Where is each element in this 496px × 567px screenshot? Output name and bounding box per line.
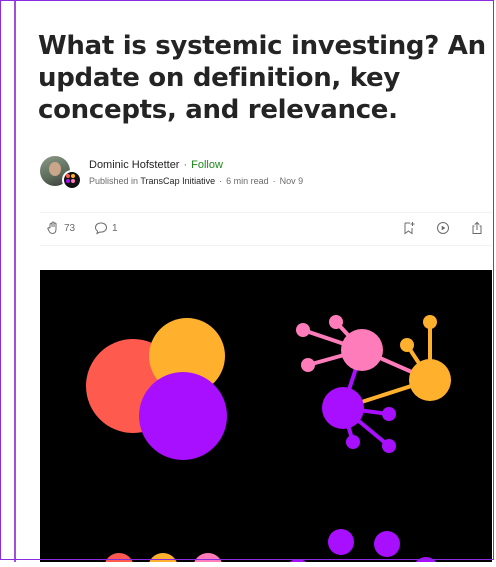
clap-icon: [47, 221, 57, 235]
separator: ·: [219, 176, 223, 186]
article-action-bar: 73 1: [40, 212, 492, 246]
page-edge-rule: [14, 0, 16, 562]
response-button[interactable]: 1: [94, 221, 118, 235]
share-icon: [472, 221, 482, 234]
read-time: 6 min read: [226, 176, 269, 186]
hero-illustration: [86, 315, 451, 567]
publication-link[interactable]: TransCap Initiative: [140, 176, 215, 186]
listen-button[interactable]: [436, 221, 450, 235]
separator: ·: [272, 176, 276, 186]
published-in-label: Published in: [89, 176, 139, 186]
publish-date: Nov 9: [279, 176, 304, 186]
response-count: 1: [112, 222, 118, 234]
comment-icon: [94, 222, 108, 235]
separator: ·: [183, 159, 188, 171]
share-button[interactable]: [470, 221, 484, 235]
save-button[interactable]: [402, 221, 416, 235]
publication-line: Published in TransCap Initiative · 6 min r…: [89, 176, 303, 186]
publication-logo[interactable]: [62, 170, 82, 190]
article-title: What is systemic investing? An update on…: [38, 31, 486, 125]
clap-button[interactable]: 73: [46, 221, 75, 235]
author-line: Dominic Hofstetter · Follow: [89, 159, 223, 171]
clap-count: 73: [64, 222, 76, 234]
play-icon: [437, 222, 449, 234]
follow-button[interactable]: Follow: [191, 159, 223, 171]
bookmark-add-icon: [404, 222, 415, 235]
article-hero-image: [40, 270, 492, 567]
author-name[interactable]: Dominic Hofstetter: [89, 159, 179, 171]
